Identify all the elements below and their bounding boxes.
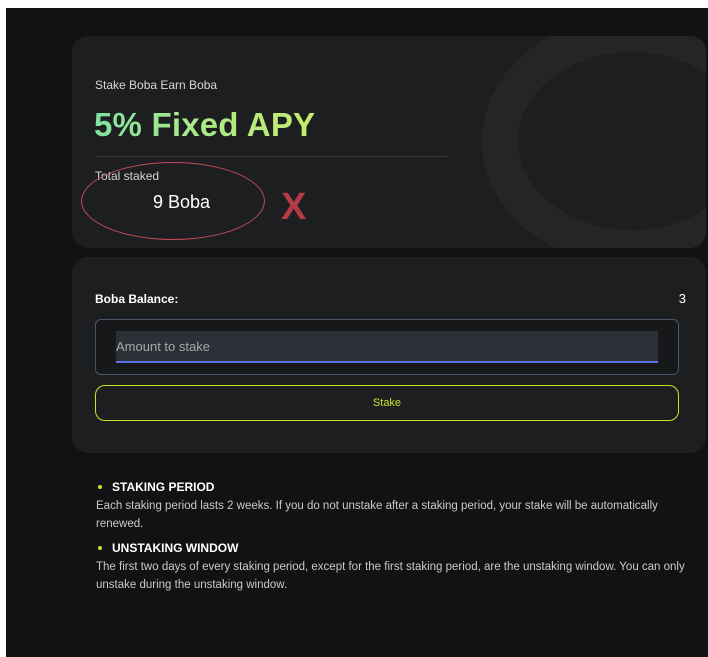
stake-card: Boba Balance: 3 Stake [72, 257, 706, 453]
info-heading-text: UNSTAKING WINDOW [112, 541, 239, 555]
staking-info: STAKING PERIOD Each staking period lasts… [96, 478, 686, 600]
balance-value: 3 [678, 291, 686, 306]
bullet-icon [98, 546, 102, 550]
decorative-ring [482, 36, 706, 248]
apy-card: Stake Boba Earn Boba 5% Fixed APY Total … [72, 36, 706, 248]
balance-label: Boba Balance: [95, 292, 179, 306]
apy-subtitle: Stake Boba Earn Boba [95, 78, 218, 92]
bullet-icon [98, 485, 102, 489]
info-heading: UNSTAKING WINDOW [96, 539, 686, 557]
info-text: Each staking period lasts 2 weeks. If yo… [96, 500, 658, 530]
annotation-x-mark: X [281, 186, 307, 228]
info-heading: STAKING PERIOD [96, 478, 686, 496]
info-item-staking-period: STAKING PERIOD Each staking period lasts… [96, 478, 686, 533]
amount-input[interactable] [116, 331, 658, 363]
amount-field-container [95, 319, 679, 375]
divider [95, 156, 447, 157]
apy-title: 5% Fixed APY [94, 106, 316, 143]
stake-button[interactable]: Stake [95, 385, 679, 421]
info-heading-text: STAKING PERIOD [112, 480, 215, 494]
info-text: The first two days of every staking peri… [96, 561, 685, 591]
annotation-circle [81, 162, 265, 240]
staking-page: Stake Boba Earn Boba 5% Fixed APY Total … [6, 8, 708, 657]
info-item-unstaking-window: UNSTAKING WINDOW The first two days of e… [96, 539, 686, 594]
